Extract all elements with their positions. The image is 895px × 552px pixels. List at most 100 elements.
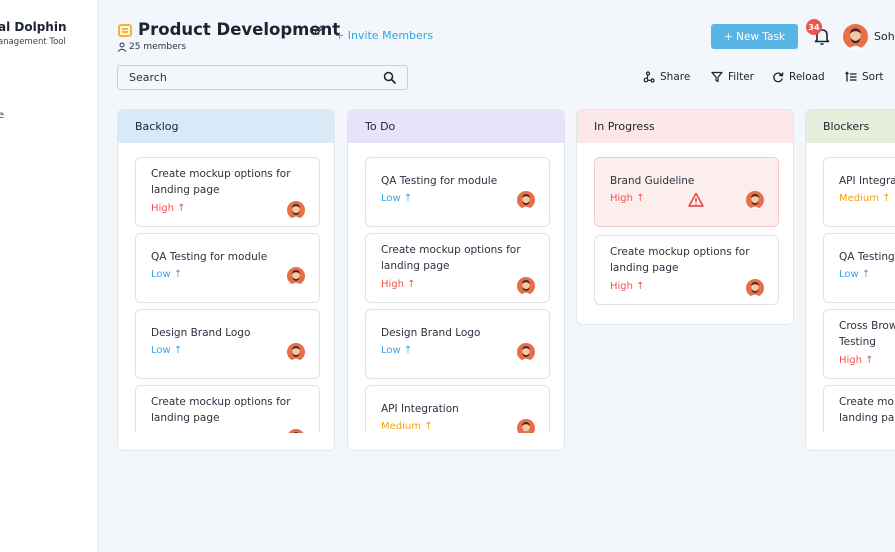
- sidebar-item-label[interactable]: e: [0, 110, 4, 121]
- task-title: Create mo landing pa: [839, 396, 895, 424]
- share-icon: [643, 71, 655, 83]
- task-card[interactable]: QA Testing Low ↑: [823, 233, 895, 303]
- warning-icon: [688, 192, 704, 207]
- task-card[interactable]: Create mockup options for landing page H…: [135, 157, 320, 227]
- invite-members-link[interactable]: + Invite Members: [335, 29, 433, 42]
- arrow-up-icon: ↑: [173, 345, 183, 356]
- column-in-progress: In Progress Brand Guideline High ↑ Creat…: [576, 109, 794, 325]
- task-title: Create mockup options for landing page: [151, 396, 291, 424]
- task-card-blocked[interactable]: Brand Guideline High ↑: [594, 157, 779, 227]
- priority-label: Low ↑: [381, 193, 413, 204]
- notification-badge: 34: [806, 19, 822, 35]
- priority-label: High ↑: [839, 355, 874, 366]
- arrow-up-icon: ↑: [407, 279, 416, 290]
- column-todo: To Do QA Testing for module Low ↑ Create…: [347, 109, 565, 451]
- filter-label: Filter: [728, 71, 755, 83]
- task-card[interactable]: Design Brand Logo Low ↑: [365, 309, 550, 379]
- reload-icon: [773, 72, 784, 83]
- arrow-up-icon: ↑: [865, 355, 874, 366]
- assignee-avatar[interactable]: [287, 267, 305, 285]
- assignee-avatar[interactable]: [517, 277, 535, 295]
- priority-label: Low ↑: [839, 269, 871, 280]
- search-icon[interactable]: [383, 71, 396, 84]
- task-title: QA Testing for module: [151, 251, 268, 263]
- priority-label: High ↑: [381, 279, 416, 290]
- priority-label: Low ↑: [151, 345, 183, 356]
- assignee-avatar[interactable]: [287, 201, 305, 219]
- priority-label: High ↑: [610, 281, 645, 292]
- priority-label: Low ↑: [151, 269, 183, 280]
- task-card[interactable]: QA Testing for module Low ↑: [365, 157, 550, 227]
- task-card[interactable]: Create mockup options for landing page H…: [365, 233, 550, 303]
- assignee-avatar[interactable]: [287, 429, 305, 433]
- arrow-up-icon: ↑: [177, 203, 186, 214]
- task-card[interactable]: Design Brand Logo Low ↑: [135, 309, 320, 379]
- share-button[interactable]: Share: [643, 71, 690, 83]
- arrow-up-icon: ↑: [882, 193, 891, 204]
- task-title: Create mockup options for landing page: [151, 168, 291, 196]
- task-card[interactable]: Create mo landing pa: [823, 385, 895, 433]
- arrow-up-icon: ↑: [424, 421, 433, 432]
- arrow-up-icon: ↑: [636, 281, 645, 292]
- reload-button[interactable]: Reload: [772, 71, 825, 83]
- column-body: Brand Guideline High ↑ Create mockup opt…: [577, 143, 793, 324]
- sort-button[interactable]: Sort: [845, 71, 884, 83]
- task-card[interactable]: Create mockup options for landing page: [135, 385, 320, 433]
- brand-name: al Dolphin: [0, 20, 67, 34]
- pencil-icon[interactable]: [313, 24, 325, 36]
- column-body: API Integra Medium ↑ QA Testing Low ↑ Cr…: [806, 143, 895, 433]
- column-header: Blockers: [806, 110, 895, 143]
- task-card[interactable]: API Integration Medium ↑: [365, 385, 550, 433]
- user-name[interactable]: Soh: [874, 30, 895, 43]
- task-card[interactable]: API Integra Medium ↑: [823, 157, 895, 227]
- arrow-up-icon: ↑: [403, 193, 413, 204]
- arrow-up-icon: ↑: [636, 193, 645, 204]
- assignee-avatar[interactable]: [746, 191, 764, 209]
- project-board-icon: [118, 24, 132, 37]
- priority-label: High ↑: [151, 203, 186, 214]
- new-task-button[interactable]: + New Task: [711, 24, 798, 49]
- task-title: QA Testing: [839, 251, 895, 263]
- priority-label: Medium ↑: [381, 421, 433, 432]
- page-title: Product Development: [138, 20, 341, 39]
- members-count: 25 members: [129, 42, 187, 52]
- sort-icon: [845, 71, 857, 82]
- arrow-up-icon: ↑: [403, 345, 413, 356]
- task-title: API Integration: [381, 403, 459, 415]
- brand-subtitle: anagement Tool: [0, 37, 66, 47]
- user-icon: [117, 42, 127, 52]
- task-title: Brand Guideline: [610, 175, 695, 187]
- user-avatar[interactable]: [843, 24, 868, 49]
- filter-button[interactable]: Filter: [711, 71, 754, 83]
- column-header: In Progress: [577, 110, 793, 143]
- assignee-avatar[interactable]: [517, 191, 535, 209]
- column-header: Backlog: [118, 110, 334, 143]
- task-card[interactable]: Cross Brow Testing High ↑: [823, 309, 895, 379]
- column-blockers-viewport: Blockers API Integra Medium ↑ QA Testing…: [805, 109, 895, 451]
- task-title: Create mockup options for landing page: [610, 246, 750, 274]
- filter-icon: [711, 71, 723, 83]
- reload-label: Reload: [789, 71, 825, 83]
- task-card[interactable]: Create mockup options for landing page H…: [594, 235, 779, 305]
- sidebar: al Dolphin anagement Tool e: [0, 0, 98, 552]
- task-title: Design Brand Logo: [151, 327, 251, 339]
- arrow-up-icon: ↑: [861, 269, 871, 280]
- column-body: QA Testing for module Low ↑ Create mocku…: [348, 143, 564, 433]
- assignee-avatar[interactable]: [287, 343, 305, 361]
- task-title: QA Testing for module: [381, 175, 498, 187]
- task-title: Design Brand Logo: [381, 327, 481, 339]
- task-card[interactable]: QA Testing for module Low ↑: [135, 233, 320, 303]
- priority-label: Low ↑: [381, 345, 413, 356]
- assignee-avatar[interactable]: [517, 343, 535, 361]
- search-input[interactable]: [118, 66, 358, 89]
- arrow-up-icon: ↑: [173, 269, 183, 280]
- priority-label: High ↑: [610, 193, 645, 204]
- share-label: Share: [660, 71, 691, 83]
- search-box: [117, 65, 408, 90]
- assignee-avatar[interactable]: [746, 279, 764, 297]
- sort-label: Sort: [862, 71, 884, 83]
- assignee-avatar[interactable]: [517, 419, 535, 433]
- task-title: Create mockup options for landing page: [381, 244, 521, 272]
- task-title: Cross Brow Testing: [839, 320, 895, 348]
- task-title: API Integra: [839, 175, 895, 187]
